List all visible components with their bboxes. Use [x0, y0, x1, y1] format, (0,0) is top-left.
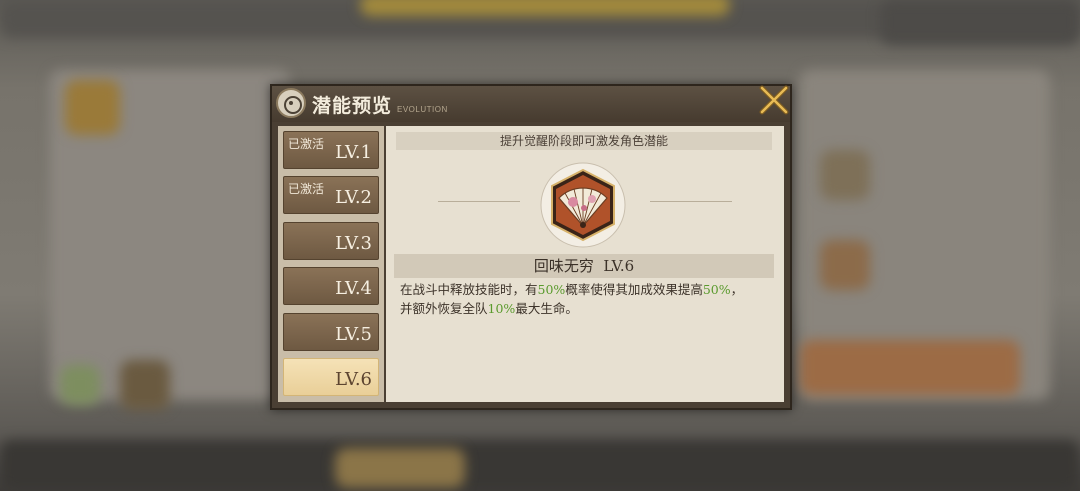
divider-left	[438, 201, 520, 202]
level-label: LV.4	[335, 278, 372, 299]
hint-text: 提升觉醒阶段即可激发角色潜能	[396, 132, 772, 150]
dialog-titlebar: 潜能预览 EVOLUTION	[272, 86, 790, 122]
desc-text: ，	[730, 282, 744, 297]
level-label: LV.5	[335, 324, 372, 345]
close-x-icon[interactable]	[757, 83, 791, 117]
level-tab-5[interactable]: LV.5	[283, 313, 379, 351]
level-tab-6[interactable]: LV.6	[283, 358, 379, 396]
skill-description: 在战斗中释放技能时，有50%概率使得其加成效果提高50%， 并额外恢复全队10%…	[400, 280, 772, 318]
level-tab-3[interactable]: LV.3	[283, 222, 379, 260]
circle-emblem-icon	[276, 88, 306, 118]
desc-value: 50%	[702, 282, 731, 297]
potential-preview-dialog: 潜能预览 EVOLUTION 已激活 LV.1 已激活 LV.2 LV.3 LV…	[270, 84, 792, 410]
dialog-title: 潜能预览	[312, 95, 393, 117]
level-label: LV.3	[335, 233, 372, 254]
level-tab-2[interactable]: 已激活 LV.2	[283, 176, 379, 214]
level-status: 已激活	[288, 182, 325, 196]
divider-right	[650, 201, 732, 202]
level-tab-1[interactable]: 已激活 LV.1	[283, 131, 379, 169]
dialog-subtitle: EVOLUTION	[397, 105, 448, 114]
desc-text: 并额外恢复全队	[400, 301, 488, 316]
skill-detail-panel: 提升觉醒阶段即可激发角色潜能 回味无穷 LV.6 在战斗中释放技能时，有50%概…	[386, 126, 784, 402]
desc-text: 最大生命。	[515, 301, 578, 316]
level-label: LV.6	[335, 369, 372, 390]
desc-value: 50%	[537, 282, 566, 297]
skill-name: 回味无穷	[533, 257, 594, 275]
folding-fan-icon	[540, 162, 626, 248]
level-tab-4[interactable]: LV.4	[283, 267, 379, 305]
desc-text: 概率使得其加成效果提高	[565, 282, 703, 297]
skill-title-bar: 回味无穷 LV.6	[394, 254, 774, 278]
level-status: 已激活	[288, 137, 325, 151]
level-label: LV.1	[335, 142, 372, 163]
level-label: LV.2	[335, 187, 372, 208]
skill-level: LV.6	[603, 257, 635, 275]
desc-value: 10%	[487, 301, 516, 316]
level-list: 已激活 LV.1 已激活 LV.2 LV.3 LV.4 LV.5 LV.6	[278, 126, 384, 402]
desc-text: 在战斗中释放技能时，有	[400, 282, 538, 297]
